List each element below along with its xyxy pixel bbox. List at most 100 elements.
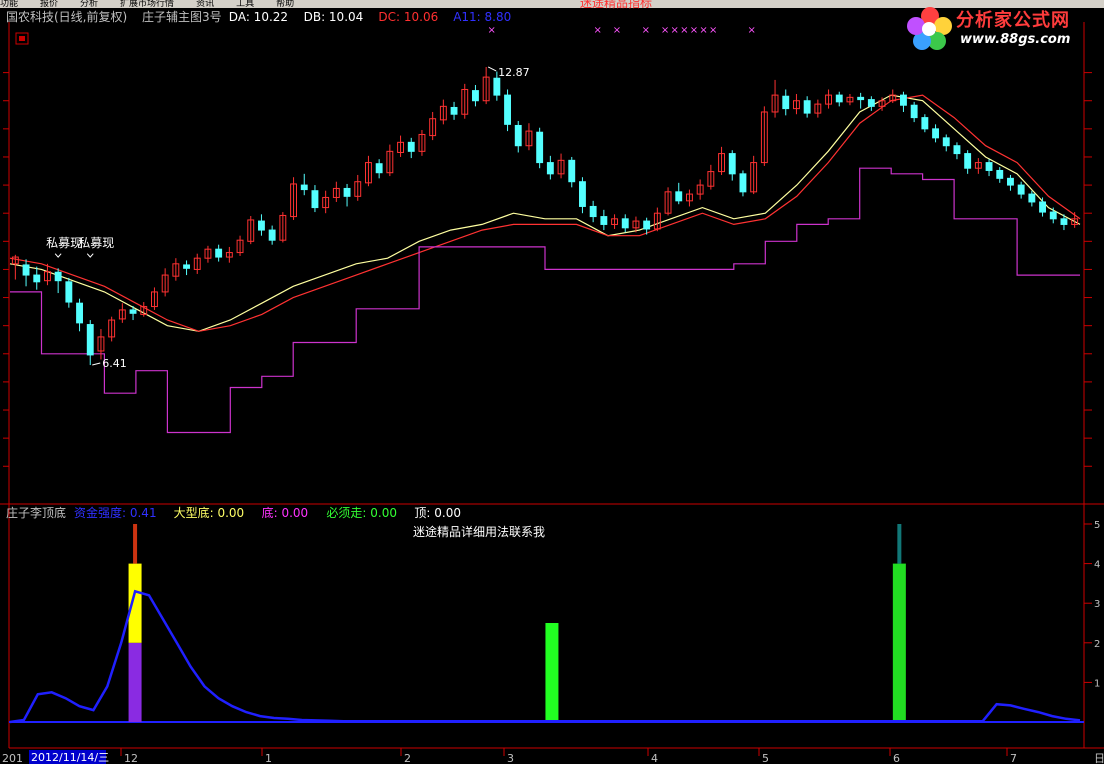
candle-body — [375, 163, 383, 174]
candle-body — [536, 131, 544, 164]
sub-header-item-0: 庄子李顶底 — [6, 505, 66, 520]
sub-tick-label-2: 3 — [1094, 599, 1100, 610]
candle-body — [857, 96, 865, 101]
sub-header-item-1: 资金强度: 0.41 — [74, 505, 157, 520]
signal-bar-segment-0-1 — [128, 563, 142, 643]
candle-body — [782, 95, 790, 110]
signal-x-0: × — [488, 25, 496, 36]
signal-bar-segment-1-0 — [545, 623, 559, 722]
candle-body — [504, 94, 511, 125]
candle-body — [964, 153, 972, 169]
month-label-0: 12 — [124, 752, 138, 764]
month-label-1: 1 — [265, 752, 272, 764]
candle-body — [1007, 177, 1014, 186]
logo-title: 分析家公式网 — [956, 10, 1070, 31]
date-prefix: 201 — [2, 752, 23, 764]
candle-body — [76, 302, 83, 324]
selected-date: 2012/11/14/三 — [31, 751, 109, 764]
candle-body — [910, 104, 918, 119]
month-label-4: 4 — [651, 752, 658, 764]
candle-body — [600, 216, 608, 225]
candle-body — [311, 190, 319, 209]
signal-bar-segment-2-1 — [897, 524, 902, 564]
candle-body — [985, 162, 993, 171]
candle-body — [621, 218, 629, 229]
logo-url: www.88gs.com — [960, 32, 1071, 47]
signal-x-7: × — [690, 25, 698, 36]
candle-body — [86, 324, 94, 356]
candle-body — [953, 145, 961, 155]
sub-header-item-2: 大型底: 0.00 — [174, 505, 245, 520]
candle-body — [22, 264, 30, 276]
signal-x-10: × — [748, 25, 756, 36]
candle-body — [300, 184, 308, 191]
candle-body — [867, 99, 875, 107]
candle-body — [921, 117, 929, 130]
main-header-item-3: DB: 10.04 — [304, 10, 364, 24]
sub-header-item-3: 底: 0.00 — [262, 505, 309, 520]
candle-body — [183, 264, 190, 269]
main-header-item-4: DC: 10.06 — [378, 10, 438, 24]
candle-body — [33, 274, 41, 283]
candle-body — [268, 229, 276, 241]
month-label-7: 7 — [1010, 752, 1017, 764]
candle-body — [568, 159, 576, 183]
candle-body — [900, 94, 907, 106]
signal-label-1: 私募现 — [78, 236, 114, 250]
sub-header-item-5: 顶: 0.00 — [414, 506, 461, 520]
candle-body — [835, 94, 843, 103]
sub-header-item-4: 必须走: 0.00 — [326, 506, 397, 520]
stock-chart-window: 功能 报价 分析 扩展市场行情 资讯 工具 帮助 国农科技(日线,前复权) 庄子辅主图3号 DA… — [0, 0, 1104, 764]
sub-panel-note: 迷途精品详细用法联系我 — [413, 524, 545, 539]
date-axis-right-label: 日 — [1094, 752, 1104, 764]
signal-x-9: × — [709, 25, 717, 36]
sub-tick-label-3: 2 — [1094, 639, 1100, 650]
signal-x-3: × — [642, 25, 650, 36]
candle-body — [1039, 201, 1046, 213]
sub-tick-label-1: 4 — [1094, 560, 1100, 571]
candle-body — [450, 106, 458, 115]
month-label-3: 3 — [507, 752, 514, 764]
candle-body — [579, 181, 586, 207]
signal-x-5: × — [671, 25, 679, 36]
signal-bar-segment-2-0 — [892, 563, 906, 722]
candle-body — [546, 162, 554, 175]
signal-bar-segment-0-0 — [128, 642, 142, 722]
panel-toggle-icon-inner — [19, 36, 25, 41]
candle-body — [54, 271, 62, 282]
candle-body — [493, 77, 501, 96]
candle-body — [514, 124, 522, 147]
candle-body — [1060, 218, 1068, 225]
candle-body — [1017, 184, 1025, 195]
month-label-6: 6 — [893, 752, 900, 764]
signal-x-1: × — [593, 25, 601, 36]
signal-x-2: × — [613, 25, 621, 36]
candle-body — [996, 169, 1004, 179]
candle-body — [942, 137, 950, 147]
main-panel-header: 国农科技(日线,前复权) 庄子辅主图3号 DA: 10.22 DB: 10.04 DC:… — [6, 9, 511, 24]
month-label-2: 2 — [404, 752, 411, 764]
high-label: 12.87 — [498, 66, 530, 79]
sub-panel-header: 庄子李顶底 资金强度: 0.41 大型底: 0.00 底: 0.00 必须走: 0.00… — [6, 505, 461, 520]
candle-body — [215, 248, 223, 258]
candle-body — [129, 309, 137, 314]
candle-body — [258, 220, 265, 231]
candle-body — [1028, 193, 1036, 203]
main-header-item-5: A11: 8.80 — [453, 10, 511, 24]
signal-label-0: 私募现 — [46, 236, 82, 250]
candle-body — [739, 173, 747, 193]
signal-x-4: × — [661, 25, 669, 36]
candle-body — [728, 153, 736, 175]
signal-x-8: × — [699, 25, 707, 36]
flower-icon — [907, 7, 952, 50]
signal-x-6: × — [680, 25, 688, 36]
candle-body — [343, 187, 351, 197]
top-banner: 迷途精品指标 — [580, 0, 652, 10]
main-header-item-2: DA: 10.22 — [229, 10, 288, 24]
sub-tick-label-4: 1 — [1094, 678, 1100, 689]
candle-body — [472, 90, 479, 102]
main-header-item-0: 国农科技(日线,前复权) — [6, 9, 127, 24]
candle-body — [1049, 211, 1057, 220]
chart-canvas[interactable]: 国农科技(日线,前复权) 庄子辅主图3号 DA: 10.22 DB: 10.04 DC:… — [0, 0, 1104, 764]
candle-body — [932, 128, 939, 139]
